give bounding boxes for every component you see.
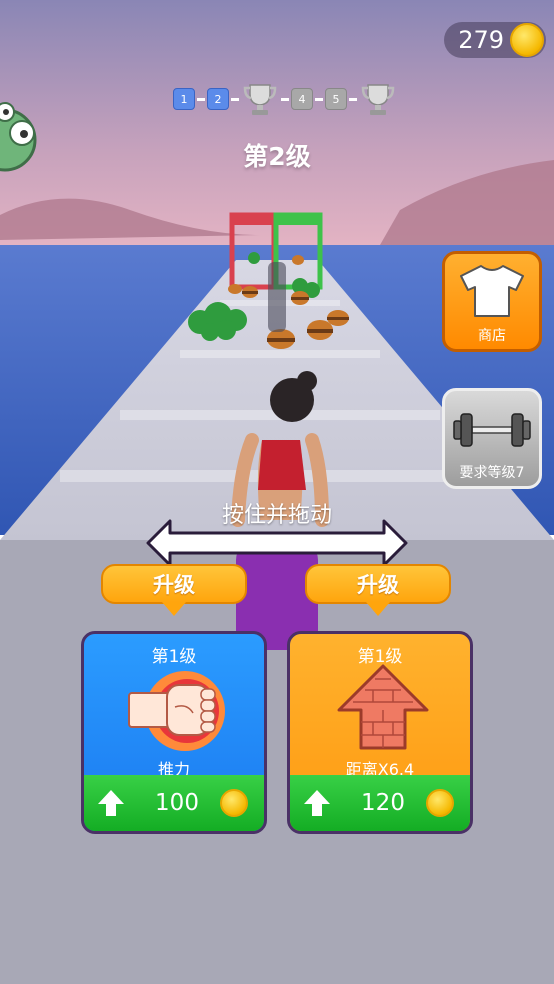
bubble-tail (162, 602, 186, 616)
bubble-tail (366, 602, 390, 616)
trophy-icon (361, 84, 395, 115)
shirt-icon (460, 265, 524, 317)
up-arrow-icon (98, 790, 124, 816)
push-upgrade-card[interactable]: 第1级 推力 100 (81, 631, 267, 834)
coin-count: 279 (458, 26, 504, 54)
dumbbell-icon (453, 413, 531, 447)
trophy-icon (243, 84, 277, 115)
upgrade-push-button[interactable]: 升级 (101, 564, 247, 616)
coin-icon (220, 789, 248, 817)
level-title: 第2级 (243, 142, 311, 171)
progress-dash (349, 97, 357, 101)
shop-button[interactable]: 商店 (442, 251, 542, 352)
shop-label: 商店 (478, 328, 506, 344)
price-bar: 100 (84, 775, 264, 831)
fist-icon (128, 671, 225, 751)
coin-icon (426, 789, 454, 817)
stage-4: 4 (291, 88, 313, 110)
level-progress: 1 2 4 5 (173, 80, 397, 118)
progress-dash (197, 97, 205, 101)
stage-1: 1 (173, 88, 195, 110)
upgrade-price: 120 (361, 790, 405, 816)
progress-dash (315, 97, 323, 101)
coin-counter: 279 (444, 22, 546, 58)
upgrade-price: 100 (155, 790, 199, 816)
brick-arrow-icon (337, 664, 429, 750)
upgrade-button-label: 升级 (357, 573, 399, 597)
upgrade-button-label: 升级 (153, 573, 195, 597)
stage-5: 5 (325, 88, 347, 110)
stage-2: 2 (207, 88, 229, 110)
drag-hint: 按住并拖动 (221, 503, 332, 528)
card-level: 第1级 (151, 647, 197, 667)
training-label: 要求等级7 (459, 465, 525, 481)
coin-icon (510, 23, 544, 57)
game-scene[interactable]: 279 1 2 4 5 第2级 商店 要求等级7 按住并拖动 升级 升级 第1级… (0, 0, 554, 984)
training-button[interactable]: 要求等级7 (442, 388, 542, 489)
progress-dash (231, 97, 239, 101)
price-bar: 120 (290, 775, 470, 831)
upgrade-distance-button[interactable]: 升级 (305, 564, 451, 616)
up-arrow-icon (304, 790, 330, 816)
progress-dash (281, 97, 289, 101)
distance-upgrade-card[interactable]: 第1级 距离X6.4 120 (287, 631, 473, 834)
